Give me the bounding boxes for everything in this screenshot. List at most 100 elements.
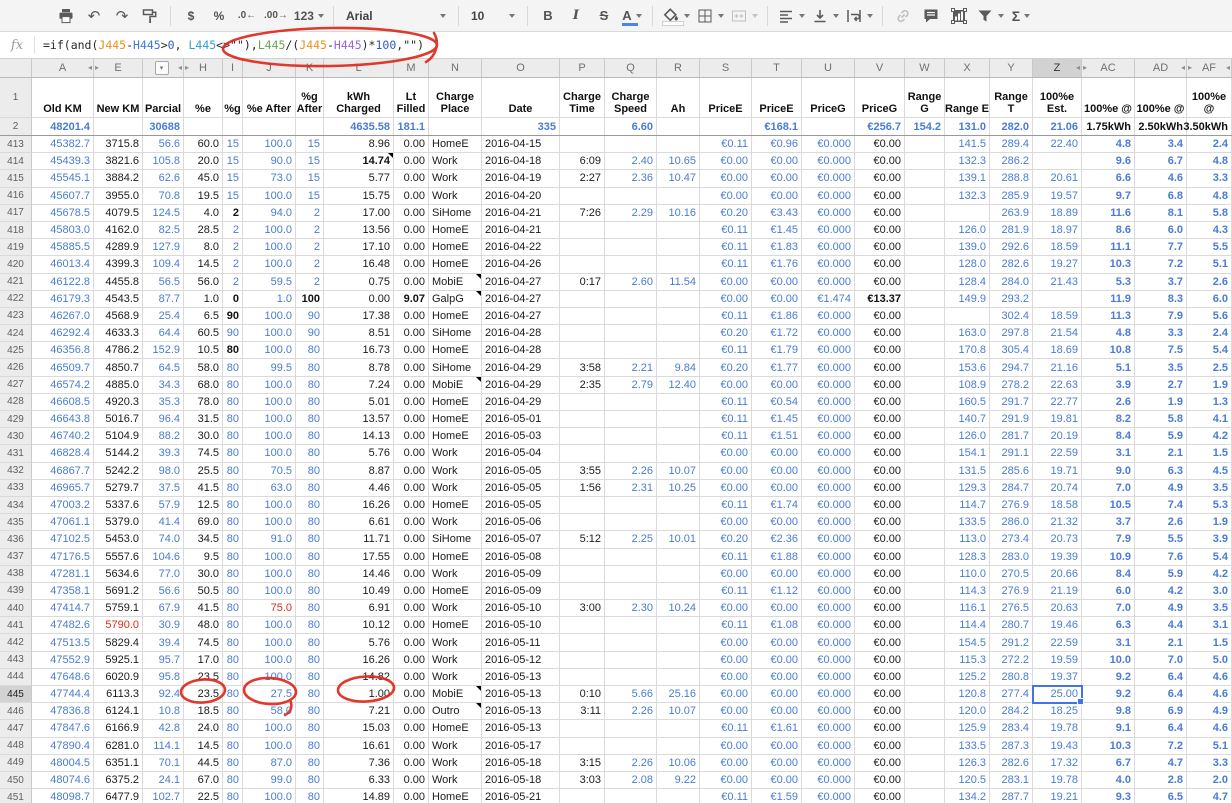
cell-AC446[interactable]: 9.8 — [1082, 703, 1135, 720]
cell-H450[interactable]: 67.0 — [184, 772, 223, 789]
cell-S424[interactable]: €0.20 — [700, 325, 752, 342]
column-header-K[interactable]: K — [296, 59, 324, 77]
cell-N422[interactable]: GalpG — [429, 291, 482, 308]
cell-P431[interactable] — [560, 445, 605, 462]
cell-J440[interactable]: 75.0 — [243, 600, 296, 617]
cell-N427[interactable]: MobiE — [429, 377, 482, 394]
cell-T431[interactable]: €0.00 — [752, 445, 802, 462]
cell-Q415[interactable]: 2.36 — [605, 170, 657, 187]
column-header-O[interactable]: O — [482, 59, 560, 77]
cell-O441[interactable]: 2016-05-10 — [482, 617, 560, 634]
cell-O446[interactable]: 2016-05-13 — [482, 703, 560, 720]
cell-W451[interactable] — [905, 789, 945, 803]
cell-J430[interactable]: 100.0 — [243, 428, 296, 445]
cell-I445[interactable]: 80 — [223, 686, 243, 703]
cell-I442[interactable]: 80 — [223, 634, 243, 651]
cell-I425[interactable]: 80 — [223, 342, 243, 359]
cell-Q442[interactable] — [605, 634, 657, 651]
cell-AD446[interactable]: 6.9 — [1135, 703, 1187, 720]
cell-Y427[interactable]: 278.2 — [990, 377, 1033, 394]
cell-O434[interactable]: 2016-05-05 — [482, 497, 560, 514]
cell-X434[interactable]: 114.7 — [945, 497, 990, 514]
cell-N445[interactable]: MobiE — [429, 686, 482, 703]
cell-L420[interactable]: 16.48 — [324, 256, 394, 273]
cell-Y426[interactable]: 294.7 — [990, 359, 1033, 376]
cell-I418[interactable]: 2 — [223, 222, 243, 239]
cell-A440[interactable]: 47414.7 — [32, 600, 94, 617]
cell-T445[interactable]: €0.00 — [752, 686, 802, 703]
cell-O425[interactable]: 2016-04-28 — [482, 342, 560, 359]
cell-K448[interactable]: 80 — [296, 738, 324, 755]
cell-AC449[interactable]: 6.7 — [1082, 755, 1135, 772]
cell-U445[interactable]: €0.000 — [802, 686, 855, 703]
cell-W441[interactable] — [905, 617, 945, 634]
cell-R433[interactable]: 10.25 — [657, 480, 700, 497]
cell-K427[interactable]: 80 — [296, 377, 324, 394]
cell-U429[interactable]: €0.000 — [802, 411, 855, 428]
row-header-448[interactable]: 448 — [0, 738, 32, 755]
cell-R449[interactable]: 10.06 — [657, 755, 700, 772]
cell-U450[interactable]: €0.000 — [802, 772, 855, 789]
cell-U434[interactable]: €0.000 — [802, 497, 855, 514]
cell-V447[interactable]: €0.00 — [855, 720, 905, 737]
cell-Y420[interactable]: 282.6 — [990, 256, 1033, 273]
cell-M435[interactable]: 0.00 — [394, 514, 429, 531]
cell-K443[interactable]: 80 — [296, 652, 324, 669]
cell-U435[interactable]: €0.000 — [802, 514, 855, 531]
cell-K449[interactable]: 80 — [296, 755, 324, 772]
cell-R451[interactable] — [657, 789, 700, 803]
cell-AD417[interactable]: 8.1 — [1135, 205, 1187, 222]
cell-AC442[interactable]: 3.1 — [1082, 634, 1135, 651]
cell-header-K1[interactable]: %g After — [296, 78, 324, 118]
cell-M418[interactable]: 0.00 — [394, 222, 429, 239]
column-header-Y[interactable]: Y — [990, 59, 1033, 77]
cell-H418[interactable]: 28.5 — [184, 222, 223, 239]
cell-U415[interactable]: €0.000 — [802, 170, 855, 187]
cell-H440[interactable]: 41.5 — [184, 600, 223, 617]
cell-W414[interactable] — [905, 153, 945, 170]
cell-R437[interactable] — [657, 549, 700, 566]
cell-J443[interactable]: 100.0 — [243, 652, 296, 669]
cell-P427[interactable]: 2:35 — [560, 377, 605, 394]
cell-H428[interactable]: 78.0 — [184, 394, 223, 411]
cell-O436[interactable]: 2016-05-07 — [482, 531, 560, 548]
cell-W430[interactable] — [905, 428, 945, 445]
cell-K413[interactable]: 15 — [296, 136, 324, 153]
cell-F418[interactable]: 82.5 — [143, 222, 184, 239]
cell-Z447[interactable]: 19.78 — [1033, 720, 1082, 737]
cell-A420[interactable]: 46013.4 — [32, 256, 94, 273]
cell-E450[interactable]: 6375.2 — [94, 772, 143, 789]
cell-W443[interactable] — [905, 652, 945, 669]
cell-X450[interactable]: 120.5 — [945, 772, 990, 789]
cell-Q422[interactable] — [605, 291, 657, 308]
cell-AF434[interactable]: 5.3 — [1187, 497, 1232, 514]
cell-T437[interactable]: €1.88 — [752, 549, 802, 566]
cell-I424[interactable]: 90 — [223, 325, 243, 342]
cell-M424[interactable]: 0.00 — [394, 325, 429, 342]
cell-M442[interactable]: 0.00 — [394, 634, 429, 651]
cell-W434[interactable] — [905, 497, 945, 514]
bold-button[interactable]: B — [534, 4, 562, 28]
cell-H434[interactable]: 12.5 — [184, 497, 223, 514]
cell-Q429[interactable] — [605, 411, 657, 428]
cell-Z439[interactable]: 21.19 — [1033, 583, 1082, 600]
cell-Q421[interactable]: 2.60 — [605, 274, 657, 291]
cell-I432[interactable]: 80 — [223, 463, 243, 480]
cell-AF423[interactable]: 5.6 — [1187, 308, 1232, 325]
cell-J447[interactable]: 100.0 — [243, 720, 296, 737]
cell-R432[interactable]: 10.07 — [657, 463, 700, 480]
cell-Z420[interactable]: 19.27 — [1033, 256, 1082, 273]
row-header-445[interactable]: 445 — [0, 686, 32, 703]
cell-AC441[interactable]: 6.3 — [1082, 617, 1135, 634]
cell-X435[interactable]: 133.5 — [945, 514, 990, 531]
borders-button[interactable] — [693, 4, 727, 28]
cell-L432[interactable]: 8.87 — [324, 463, 394, 480]
cell-N429[interactable]: HomeE — [429, 411, 482, 428]
cell-S443[interactable]: €0.00 — [700, 652, 752, 669]
cell-E415[interactable]: 3884.2 — [94, 170, 143, 187]
cell-X429[interactable]: 140.7 — [945, 411, 990, 428]
cell-A424[interactable]: 46292.4 — [32, 325, 94, 342]
column-header-P[interactable]: P — [560, 59, 605, 77]
cell-F430[interactable]: 88.2 — [143, 428, 184, 445]
cell-N420[interactable]: HomeE — [429, 256, 482, 273]
